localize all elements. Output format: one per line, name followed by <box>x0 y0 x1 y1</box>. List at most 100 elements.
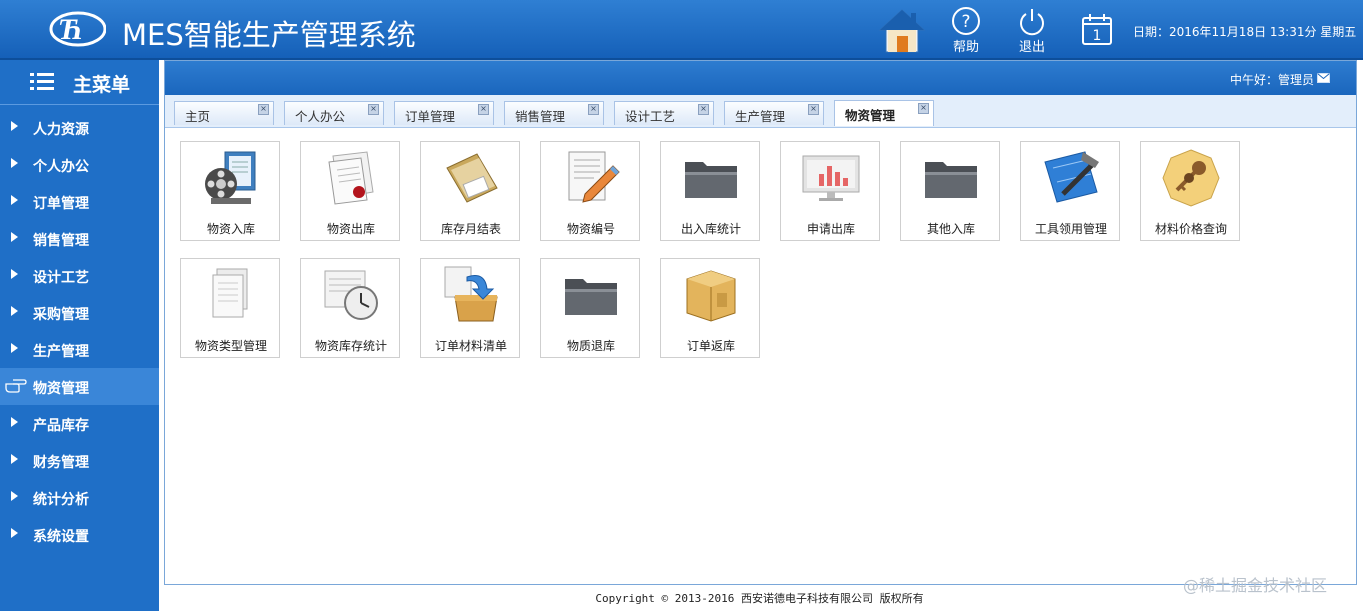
tile-order-materials[interactable]: 订单材料清单 <box>420 258 520 358</box>
certificate-scroll-icon <box>328 151 374 205</box>
close-icon[interactable]: × <box>368 104 379 115</box>
tile-request-outbound[interactable]: 申请出库 <box>780 141 880 241</box>
tab-home[interactable]: 主页 × <box>174 101 274 125</box>
sidebar-item-production[interactable]: 生产管理 <box>0 331 159 368</box>
tile-material-type[interactable]: 物资类型管理 <box>180 258 280 358</box>
tile-label: 物资入库 <box>206 222 255 236</box>
sidebar-item-hr[interactable]: 人力资源 <box>0 109 159 146</box>
arrow-right-icon <box>11 158 18 168</box>
arrow-right-icon <box>11 491 18 501</box>
arrow-right-icon <box>11 417 18 427</box>
sidebar-item-label: 个人办公 <box>33 159 89 175</box>
sidebar-item-inventory[interactable]: 产品库存 <box>0 405 159 442</box>
help-button[interactable]: ? 帮助 <box>946 6 986 55</box>
monitor-chart-icon <box>802 155 860 201</box>
sidebar-item-label: 统计分析 <box>33 492 89 508</box>
document-pencil-icon <box>568 151 620 203</box>
company-logo-icon: Ћ <box>49 11 106 47</box>
close-icon[interactable]: × <box>478 104 489 115</box>
sidebar-item-label: 物资管理 <box>33 381 89 397</box>
film-document-icon <box>205 151 256 204</box>
tab-label: 设计工艺 <box>625 109 676 124</box>
sidebar-header: 主菜单 <box>0 60 159 105</box>
tab-bar: 主页 × 个人办公 × 订单管理 × 销售管理 × 设计工艺 × 生产管理 × 物资管理 × <box>165 95 1356 128</box>
tile-other-inbound[interactable]: 其他入库 <box>900 141 1000 241</box>
arrow-right-icon <box>11 454 18 464</box>
menu-list-icon <box>30 73 54 90</box>
main-content: 中午好：管理员 主页 × 个人办公 × 订单管理 × 销售管理 × 设计工艺 × 生产管理… <box>164 60 1357 585</box>
tab-label: 个人办公 <box>295 109 346 124</box>
close-icon[interactable]: × <box>698 104 709 115</box>
cardboard-box-icon <box>686 270 736 322</box>
box-arrow-icon <box>444 266 498 322</box>
tile-monthly-inventory[interactable]: 库存月结表 <box>420 141 520 241</box>
tile-material-price[interactable]: 材料价格查询 <box>1140 141 1240 241</box>
tile-material-inbound[interactable]: 物资入库 <box>180 141 280 241</box>
home-icon[interactable] <box>878 8 926 54</box>
keys-icon <box>1162 149 1220 207</box>
greeting-text: 中午好：管理员 <box>1229 73 1314 87</box>
close-icon[interactable]: × <box>258 104 269 115</box>
blueprint-hammer-icon <box>1044 151 1099 203</box>
close-icon[interactable]: × <box>808 104 819 115</box>
sidebar-title: 主菜单 <box>73 74 131 96</box>
sidebar-item-label: 生产管理 <box>33 344 89 360</box>
sidebar-item-personal-office[interactable]: 个人办公 <box>0 146 159 183</box>
tile-label: 其他入库 <box>926 222 975 236</box>
clock-document-icon <box>324 270 378 320</box>
tile-label: 出入库统计 <box>680 222 741 236</box>
logout-button[interactable]: 退出 <box>1012 6 1052 55</box>
tile-material-code[interactable]: 物资编号 <box>540 141 640 241</box>
tab-label: 主页 <box>185 109 211 124</box>
calendar-icon[interactable]: 1 <box>1080 12 1114 46</box>
tab-design[interactable]: 设计工艺 × <box>614 101 714 125</box>
svg-text:?: ? <box>961 12 970 32</box>
sidebar-item-design[interactable]: 设计工艺 <box>0 257 159 294</box>
tab-sales[interactable]: 销售管理 × <box>504 101 604 125</box>
tile-inout-stats[interactable]: 出入库统计 <box>660 141 760 241</box>
close-icon[interactable]: × <box>918 103 929 114</box>
tab-label: 生产管理 <box>735 109 786 124</box>
dark-folder-icon <box>925 162 977 198</box>
tab-production[interactable]: 生产管理 × <box>724 101 824 125</box>
sidebar-item-sales[interactable]: 销售管理 <box>0 220 159 257</box>
power-icon <box>1020 9 1044 36</box>
arrow-right-icon <box>11 269 18 279</box>
sidebar-item-purchasing[interactable]: 采购管理 <box>0 294 159 331</box>
content-topbar: 中午好：管理员 <box>165 61 1356 95</box>
sidebar-item-label: 人力资源 <box>33 122 89 138</box>
tile-stock-stats[interactable]: 物资库存统计 <box>300 258 400 358</box>
help-label: 帮助 <box>952 40 979 55</box>
tile-label: 物资库存统计 <box>314 339 387 353</box>
tile-material-outbound[interactable]: 物资出库 <box>300 141 400 241</box>
sidebar-item-finance[interactable]: 财务管理 <box>0 442 159 479</box>
tile-label: 订单返库 <box>686 339 735 353</box>
tile-label: 物资类型管理 <box>194 339 267 353</box>
footer-copyright: Copyright © 2013-2016 西安诺德电子科技有限公司 版权所有 <box>595 592 924 605</box>
arrow-right-icon <box>11 232 18 242</box>
sidebar-item-label: 订单管理 <box>33 196 89 212</box>
help-icon: ? <box>952 7 980 35</box>
tile-label: 库存月结表 <box>440 222 501 236</box>
tile-order-return[interactable]: 订单返库 <box>660 258 760 358</box>
watermark-text: @稀土掘金技术社区 <box>1183 576 1328 595</box>
logout-label: 退出 <box>1018 40 1045 55</box>
tab-orders[interactable]: 订单管理 × <box>394 101 494 125</box>
app-title: MES智能生产管理系统 <box>122 18 416 52</box>
tile-tool-management[interactable]: 工具领用管理 <box>1020 141 1120 241</box>
mail-icon[interactable] <box>1317 73 1330 83</box>
sidebar-item-statistics[interactable]: 统计分析 <box>0 479 159 516</box>
arrow-right-icon <box>11 306 18 316</box>
close-icon[interactable]: × <box>588 104 599 115</box>
tab-personal-office[interactable]: 个人办公 × <box>284 101 384 125</box>
tile-material-return[interactable]: 物质退库 <box>540 258 640 358</box>
sidebar-item-orders[interactable]: 订单管理 <box>0 183 159 220</box>
sidebar-item-settings[interactable]: 系统设置 <box>0 516 159 553</box>
sidebar-item-materials[interactable]: 物资管理 <box>0 368 159 405</box>
sidebar-item-label: 财务管理 <box>33 455 89 471</box>
tab-materials[interactable]: 物资管理 × <box>834 100 934 126</box>
sidebar-item-label: 设计工艺 <box>33 270 89 286</box>
tile-label: 申请出库 <box>806 222 855 236</box>
documents-stack-icon <box>212 268 248 318</box>
arrow-right-icon <box>11 195 18 205</box>
